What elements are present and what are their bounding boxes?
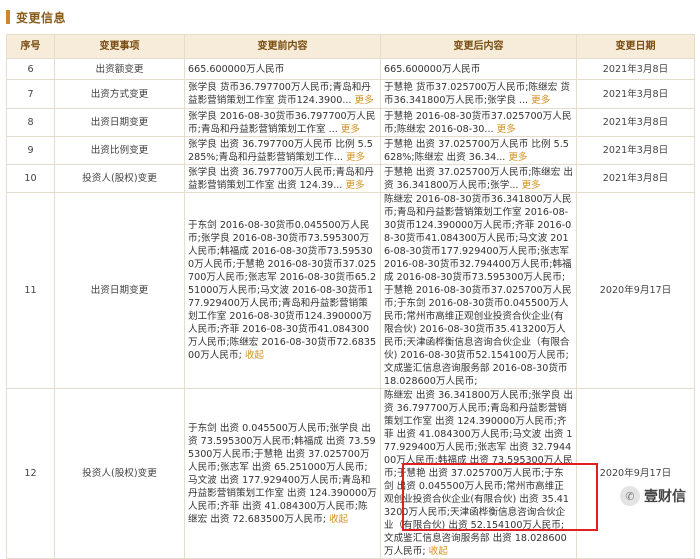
row-change-item: 出资日期变更 (54, 192, 185, 389)
more-link[interactable]: 更多 (345, 180, 364, 191)
collapse-link[interactable]: 收起 (429, 546, 448, 557)
section-header: 变更信息 (0, 0, 700, 34)
more-link[interactable]: 更多 (497, 124, 516, 135)
row-before: 张学良 出资 36.797700万人民币 比例 5.5285%;青岛和丹益影营销… (184, 136, 381, 165)
row-after: 于慧艳 出资 37.025700万人民币 比例 5.5628%;陈继宏 出资 3… (380, 136, 577, 165)
after-text: 于慧艳 出资 37.025700万人民币 比例 5.5628%;陈继宏 出资 3… (384, 138, 569, 163)
header-index: 序号 (6, 34, 55, 59)
row-date: 2021年3月8日 (576, 79, 695, 109)
header-change-item: 变更事项 (54, 34, 185, 59)
section-title: 变更信息 (16, 10, 67, 25)
row-after: 于慧艳 2016-08-30货币37.025700万人民币;陈继宏 2016-0… (380, 108, 577, 137)
row-index: 11 (6, 192, 55, 389)
row-date: 2021年3月8日 (576, 136, 695, 165)
more-link[interactable]: 更多 (341, 124, 360, 135)
row-before: 张学良 2016-08-30货币36.797700万人民币;青岛和丹益影营销策划… (184, 108, 381, 137)
after-text: 665.600000万人民币 (384, 63, 481, 75)
row-after: 665.600000万人民币 (380, 58, 577, 80)
change-records-table: 序号 变更事项 变更前内容 变更后内容 变更日期 6 出资额变更 665.600… (6, 34, 695, 559)
row-after: 陈继宏 2016-08-30货币36.341800万人民币;青岛和丹益影营销策划… (380, 192, 577, 389)
row-change-item: 出资方式变更 (54, 79, 185, 109)
row-change-item: 出资额变更 (54, 58, 185, 80)
row-before: 张学良 出资 36.797700万人民币;青岛和丹益影营销策划工作室 出资 12… (184, 164, 381, 193)
after-text: 陈继宏 2016-08-30货币36.341800万人民币;青岛和丹益影营销策划… (384, 194, 572, 387)
more-link[interactable]: 更多 (531, 95, 550, 106)
row-index: 10 (6, 164, 55, 193)
row-index: 8 (6, 108, 55, 137)
more-link[interactable]: 更多 (521, 180, 540, 191)
row-before: 于东剑 2016-08-30货币0.045500万人民币;张学良 2016-08… (184, 192, 381, 389)
row-before: 665.600000万人民币 (184, 58, 381, 80)
table-row: 7 出资方式变更 张学良 货币36.797700万人民币;青岛和丹益影营销策划工… (6, 79, 695, 109)
table-row: 11 出资日期变更 于东剑 2016-08-30货币0.045500万人民币;张… (6, 192, 695, 389)
wechat-icon: ✆ (620, 486, 640, 506)
after-text: 于慧艳 出资 37.025700万人民币;陈继宏 出资 36.341800万人民… (384, 166, 573, 191)
table-row: 6 出资额变更 665.600000万人民币 665.600000万人民币 20… (6, 58, 695, 80)
collapse-link[interactable]: 收起 (245, 350, 264, 361)
table-header-row: 序号 变更事项 变更前内容 变更后内容 变更日期 (6, 34, 695, 59)
before-text: 于东剑 出资 0.045500万人民币;张学良 出资 73.595300万人民币… (188, 422, 377, 525)
more-link[interactable]: 更多 (346, 152, 365, 163)
after-text: 陈继宏 出资 36.341800万人民币;张学良 出资 36.797700万人民… (384, 390, 573, 557)
row-index: 12 (6, 388, 55, 559)
watermark: ✆ 壹财信 (620, 486, 686, 506)
row-change-item: 出资日期变更 (54, 108, 185, 137)
more-link[interactable]: 更多 (508, 152, 527, 163)
row-date: 2021年3月8日 (576, 108, 695, 137)
row-date: 2021年3月8日 (576, 164, 695, 193)
row-before: 于东剑 出资 0.045500万人民币;张学良 出资 73.595300万人民币… (184, 388, 381, 559)
row-index: 7 (6, 79, 55, 109)
section-accent-bar (6, 10, 10, 24)
row-after: 于慧艳 货币37.025700万人民币;陈继宏 货币36.341800万人民币;… (380, 79, 577, 109)
row-after: 陈继宏 出资 36.341800万人民币;张学良 出资 36.797700万人民… (380, 388, 577, 559)
row-date: 2020年9月17日 (576, 388, 695, 559)
row-before: 张学良 货币36.797700万人民币;青岛和丹益影营销策划工作室 货币124.… (184, 79, 381, 109)
header-date: 变更日期 (576, 34, 695, 59)
before-text: 于东剑 2016-08-30货币0.045500万人民币;张学良 2016-08… (188, 220, 377, 361)
table-row: 10 投资人(股权)变更 张学良 出资 36.797700万人民币;青岛和丹益影… (6, 164, 695, 193)
after-text: 于慧艳 2016-08-30货币37.025700万人民币;陈继宏 2016-0… (384, 110, 572, 135)
row-change-item: 出资比例变更 (54, 136, 185, 165)
header-after: 变更后内容 (380, 34, 577, 59)
row-date: 2020年9月17日 (576, 192, 695, 389)
before-text: 张学良 货币36.797700万人民币;青岛和丹益影营销策划工作室 货币124.… (188, 82, 371, 106)
before-text: 665.600000万人民币 (188, 63, 285, 75)
more-link[interactable]: 更多 (355, 95, 374, 106)
header-before: 变更前内容 (184, 34, 381, 59)
row-index: 6 (6, 58, 55, 80)
row-index: 9 (6, 136, 55, 165)
table-row: 9 出资比例变更 张学良 出资 36.797700万人民币 比例 5.5285%… (6, 136, 695, 165)
table-row: 12 投资人(股权)变更 于东剑 出资 0.045500万人民币;张学良 出资 … (6, 388, 695, 559)
collapse-link[interactable]: 收起 (329, 514, 348, 525)
watermark-text: 壹财信 (644, 489, 686, 505)
row-after: 于慧艳 出资 37.025700万人民币;陈继宏 出资 36.341800万人民… (380, 164, 577, 193)
table-row: 8 出资日期变更 张学良 2016-08-30货币36.797700万人民币;青… (6, 108, 695, 137)
row-date: 2021年3月8日 (576, 58, 695, 80)
row-change-item: 投资人(股权)变更 (54, 388, 185, 559)
row-change-item: 投资人(股权)变更 (54, 164, 185, 193)
